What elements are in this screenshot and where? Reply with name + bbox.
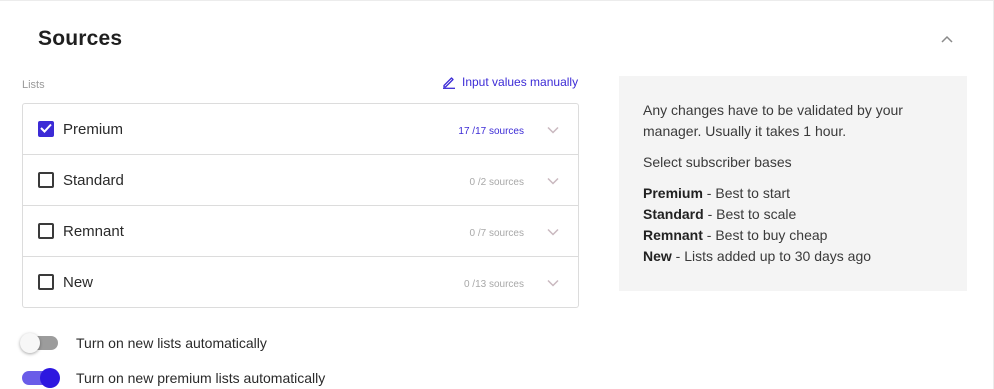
remnant-checkbox[interactable]: [38, 223, 54, 239]
select-bases-heading: Select subscriber bases: [643, 154, 792, 170]
legend-desc: - Lists added up to 30 days ago: [671, 248, 872, 264]
premium-source-count: 17 /17 sources: [458, 126, 524, 137]
auto-premium-lists-row: Turn on new premium lists automatically: [22, 368, 326, 388]
remnant-label: Remnant: [63, 223, 124, 240]
toggle-knob: [20, 333, 40, 353]
standard-label: Standard: [63, 172, 124, 189]
list-row-remnant: Remnant 0 /7 sources: [23, 206, 578, 257]
check-icon: [40, 120, 52, 138]
pencil-icon: [442, 75, 456, 89]
auto-new-lists-row: Turn on new lists automatically: [20, 333, 267, 353]
new-checkbox[interactable]: [38, 274, 54, 290]
toggle-knob: [40, 368, 60, 388]
chevron-down-icon: [547, 172, 559, 190]
legend-premium: Premium - Best to start: [643, 183, 943, 204]
new-label: New: [63, 274, 94, 291]
section-title: Sources: [38, 27, 123, 50]
chevron-down-icon: [547, 274, 559, 292]
chevron-down-icon: [547, 223, 559, 241]
collapse-button[interactable]: [937, 29, 957, 49]
chevron-down-icon: [547, 121, 559, 139]
standard-expand-button[interactable]: [542, 170, 564, 192]
legend-term: New: [643, 248, 672, 264]
new-expand-button[interactable]: [542, 272, 564, 294]
auto-new-lists-toggle[interactable]: [20, 333, 58, 353]
legend-term: Remnant: [643, 227, 703, 243]
lists-container: Premium 17 /17 sources Standard 0 /2 sou…: [22, 103, 579, 308]
lists-label: Lists: [22, 79, 45, 91]
legend-desc: - Best to buy cheap: [702, 227, 828, 243]
chevron-up-icon: [941, 30, 953, 48]
list-row-premium: Premium 17 /17 sources: [23, 104, 578, 155]
list-row-new: New 0 /13 sources: [23, 257, 578, 308]
standard-source-count: 0 /2 sources: [469, 177, 524, 188]
input-values-manually-link[interactable]: Input values manually: [442, 75, 578, 89]
new-source-count: 0 /13 sources: [463, 279, 524, 290]
premium-checkbox[interactable]: [38, 121, 54, 137]
auto-premium-lists-label: Turn on new premium lists automatically: [76, 370, 326, 386]
legend-desc: - Best to scale: [703, 206, 797, 222]
legend-standard: Standard - Best to scale: [643, 204, 943, 225]
legend-term: Standard: [643, 206, 704, 222]
sources-card: Sources Lists Input values manually Prem…: [0, 0, 994, 389]
auto-premium-lists-toggle[interactable]: [22, 368, 60, 388]
list-row-standard: Standard 0 /2 sources: [23, 155, 578, 206]
legend-remnant: Remnant - Best to buy cheap: [643, 225, 943, 246]
legend-new: New - Lists added up to 30 days ago: [643, 246, 943, 267]
legend-term: Premium: [643, 185, 703, 201]
premium-label: Premium: [63, 121, 124, 138]
standard-checkbox[interactable]: [38, 172, 54, 188]
validation-note: Any changes have to be validated by your…: [643, 102, 903, 139]
legend-desc: - Best to start: [702, 185, 791, 201]
info-panel: Any changes have to be validated by your…: [619, 76, 967, 291]
auto-new-lists-label: Turn on new lists automatically: [76, 335, 267, 351]
remnant-source-count: 0 /7 sources: [469, 228, 524, 239]
remnant-expand-button[interactable]: [542, 221, 564, 243]
input-values-manually-label: Input values manually: [462, 75, 579, 89]
premium-expand-button[interactable]: [542, 119, 564, 141]
